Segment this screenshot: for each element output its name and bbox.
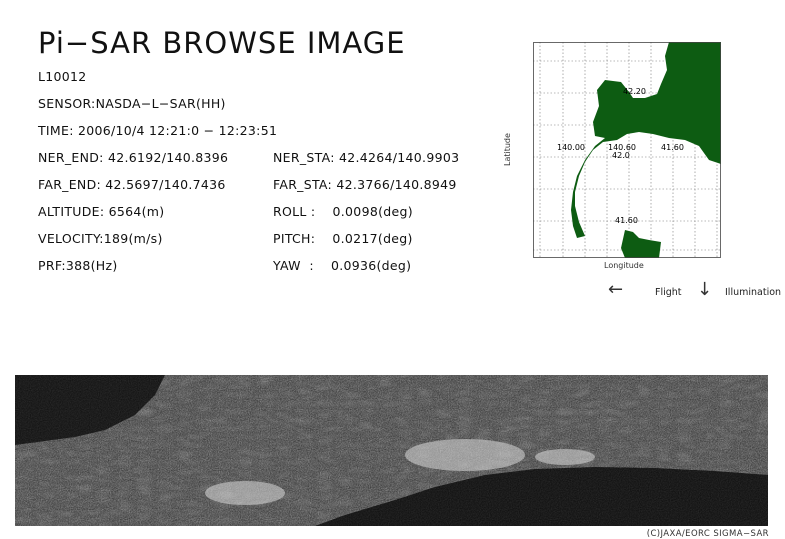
land-mass-south — [621, 230, 661, 258]
map-label-6: 41.60 — [615, 216, 638, 225]
illumination-label: Illumination — [725, 287, 782, 298]
map-xlabel: Longitude — [604, 261, 644, 270]
sar-image-svg — [15, 375, 768, 526]
map-label-4: 41.60 — [661, 143, 684, 152]
map-label-1: 42.20 — [623, 87, 646, 96]
yaw-text: YAW : 0.0936(deg) — [273, 258, 412, 273]
map-label-2: 140.00 — [557, 143, 585, 152]
flight-arrow-icon: ← — [608, 279, 624, 300]
land-mass-north — [571, 42, 721, 238]
scene-id: L10012 — [38, 69, 87, 84]
sensor-text: SENSOR:NASDA−L−SAR(HH) — [38, 96, 226, 111]
flight-label: Flight — [655, 287, 682, 298]
prf-text: PRF:388(Hz) — [38, 258, 118, 273]
page-title: Pi−SAR BROWSE IMAGE — [38, 26, 406, 60]
far-end-text: FAR_END: 42.5697/140.7436 — [38, 177, 226, 192]
location-map: 42.20 140.00 140.60 41.60 42.0 41.60 — [533, 42, 721, 258]
ner-sta-text: NER_STA: 42.4264/140.9903 — [273, 150, 460, 165]
map-svg: 42.20 140.00 140.60 41.60 42.0 41.60 — [533, 42, 721, 258]
altitude-text: ALTITUDE: 6564(m) — [38, 204, 165, 219]
far-sta-text: FAR_STA: 42.3766/140.8949 — [273, 177, 457, 192]
illumination-arrow-icon: ↓ — [697, 279, 713, 300]
map-ylabel: Latitude — [503, 133, 512, 166]
time-text: TIME: 2006/10/4 12:21:0 − 12:23:51 — [38, 123, 278, 138]
pitch-text: PITCH: 0.0217(deg) — [273, 231, 413, 246]
map-label-5: 42.0 — [612, 151, 630, 160]
sar-image — [15, 375, 768, 526]
velocity-text: VELOCITY:189(m/s) — [38, 231, 163, 246]
ner-end-text: NER_END: 42.6192/140.8396 — [38, 150, 229, 165]
roll-text: ROLL : 0.0098(deg) — [273, 204, 413, 219]
